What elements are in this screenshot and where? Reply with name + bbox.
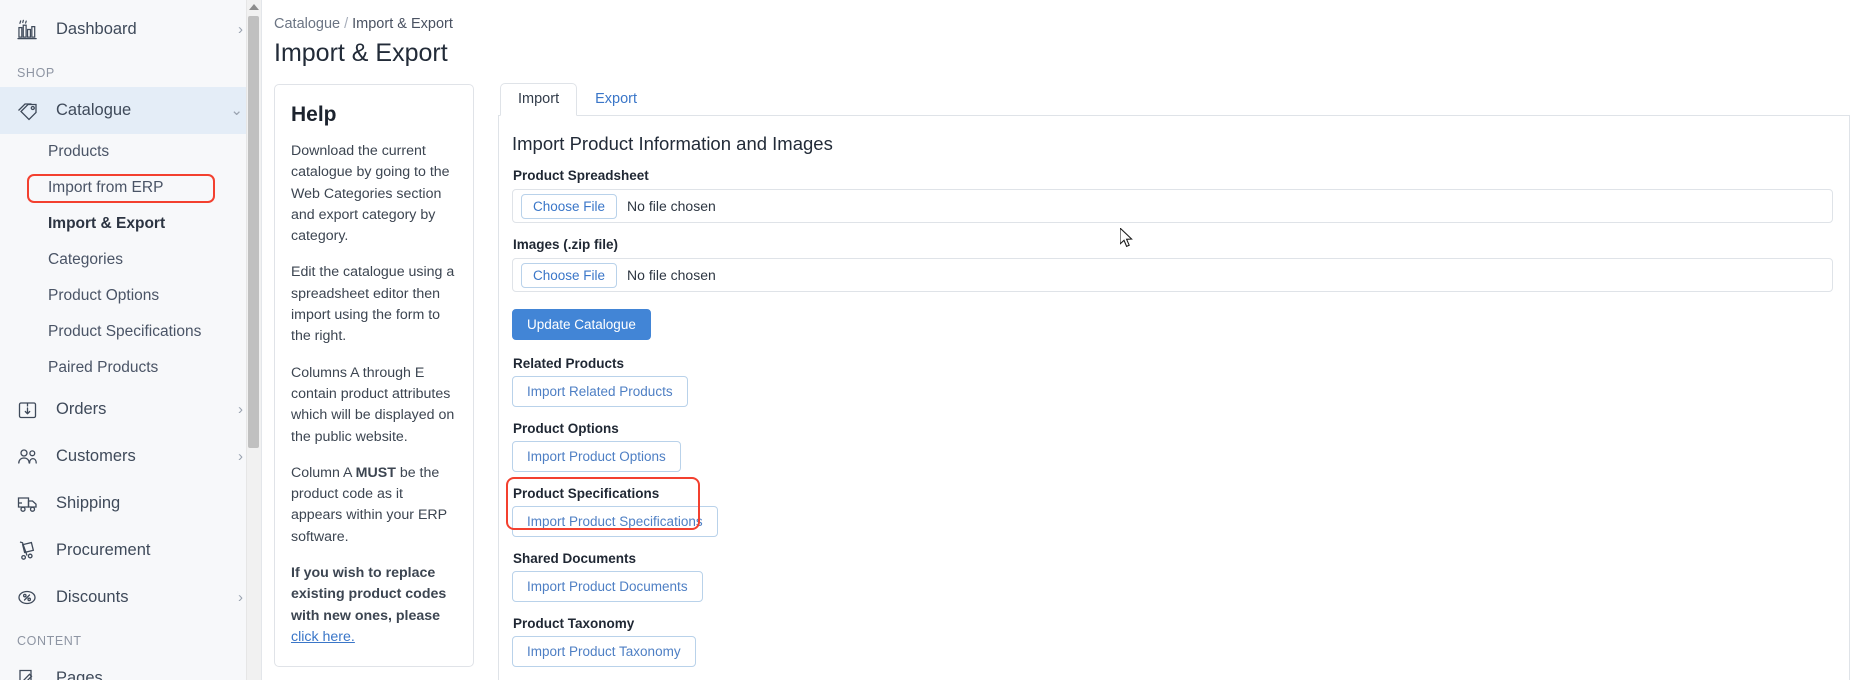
sidebar-subitem-label: Paired Products <box>48 359 159 376</box>
product-spreadsheet-file-input[interactable]: Choose File No file chosen <box>512 189 1833 223</box>
product-spreadsheet-label: Product Spreadsheet <box>513 168 649 183</box>
content-columns: Help Download the current catalogue by g… <box>262 68 1864 680</box>
choose-file-button-spreadsheet[interactable]: Choose File <box>521 193 618 219</box>
sidebar-item-label: Discounts <box>56 588 129 606</box>
sidebar-item-import-from-erp[interactable]: Import from ERP <box>0 170 261 206</box>
sidebar-item-label: Orders <box>56 400 107 418</box>
import-related-products-button[interactable]: Import Related Products <box>512 376 688 407</box>
sidebar-subitem-label: Product Specifications <box>48 323 202 340</box>
box-download-icon <box>17 397 47 423</box>
images-zip-file-input[interactable]: Choose File No file chosen <box>512 258 1833 292</box>
help-paragraph-1: Download the current catalogue by going … <box>291 143 450 245</box>
chevron-right-icon: › <box>238 21 243 38</box>
sidebar-item-dashboard[interactable]: Dashboard › <box>0 6 261 53</box>
import-export-panel-wrap: Import Export Import Product Information… <box>498 83 1864 680</box>
sidebar-item-label: Customers <box>56 447 136 465</box>
group-product-options: Product Options Import Product Options <box>512 421 1833 486</box>
sidebar-subitem-label: Import from ERP <box>48 179 164 196</box>
chevron-down-icon: ⌄ <box>230 102 243 119</box>
truck-icon <box>17 491 47 517</box>
images-file-name: No file chosen <box>627 267 716 283</box>
related-products-label: Related Products <box>513 356 625 371</box>
group-related-products: Related Products Import Related Products <box>512 356 1833 421</box>
help-paragraph-2: Edit the catalogue using a spreadsheet e… <box>291 264 455 345</box>
import-product-specifications-button[interactable]: Import Product Specifications <box>512 506 718 537</box>
import-product-documents-button[interactable]: Import Product Documents <box>512 571 703 602</box>
sidebar-section-shop: SHOP <box>17 66 55 80</box>
breadcrumb-separator: / <box>344 16 349 32</box>
main-content: Catalogue / Import & Export Import & Expor… <box>262 0 1864 680</box>
sidebar-item-label: Dashboard <box>56 20 137 38</box>
sidebar-item-discounts[interactable]: Discounts › <box>0 574 261 621</box>
import-product-taxonomy-button[interactable]: Import Product Taxonomy <box>512 636 696 667</box>
images-zip-label: Images (.zip file) <box>513 237 619 252</box>
tag-icon <box>17 98 47 124</box>
chevron-right-icon: › <box>238 401 243 418</box>
sidebar-item-pages[interactable]: Pages <box>0 655 261 680</box>
sidebar-item-catalogue[interactable]: Catalogue ⌄ <box>0 87 261 134</box>
tab-bar: Import Export <box>498 83 1850 116</box>
sidebar-item-product-options[interactable]: Product Options <box>0 278 261 314</box>
chart-bar-icon <box>17 17 47 43</box>
chevron-right-icon: › <box>238 589 243 606</box>
tab-export[interactable]: Export <box>577 83 655 116</box>
sidebar-item-shipping[interactable]: Shipping <box>0 480 261 527</box>
users-icon <box>17 444 47 470</box>
percent-tag-icon <box>17 585 47 611</box>
help-click-here-link[interactable]: click here. <box>291 629 355 645</box>
import-product-options-button[interactable]: Import Product Options <box>512 441 681 472</box>
sidebar-item-label: Pages <box>56 669 103 680</box>
sidebar-subitem-label: Product Options <box>48 287 160 304</box>
group-product-taxonomy: Product Taxonomy Import Product Taxonomy <box>512 616 1833 680</box>
sidebar-item-label: Procurement <box>56 541 151 559</box>
update-catalogue-button[interactable]: Update Catalogue <box>512 309 651 340</box>
sidebar-item-customers[interactable]: Customers › <box>0 433 261 480</box>
help-paragraph-4: Column A MUST be the product code as it … <box>291 463 457 548</box>
product-taxonomy-label: Product Taxonomy <box>513 616 635 631</box>
sidebar-item-label: Catalogue <box>56 101 132 119</box>
breadcrumb-parent[interactable]: Catalogue <box>274 16 340 32</box>
tab-import[interactable]: Import <box>500 83 578 116</box>
hand-truck-icon <box>17 538 47 564</box>
help-panel: Help Download the current catalogue by g… <box>274 84 474 668</box>
spreadsheet-file-name: No file chosen <box>627 198 716 214</box>
sidebar-item-label: Shipping <box>56 494 121 512</box>
group-product-specifications: Product Specifications Import Product Sp… <box>506 477 1833 551</box>
sidebar-subitem-label: Products <box>48 143 110 160</box>
choose-file-button-images[interactable]: Choose File <box>521 262 618 288</box>
sidebar-scrollbar[interactable] <box>246 0 261 680</box>
product-specifications-label: Product Specifications <box>513 486 660 501</box>
help-heading: Help <box>291 103 337 126</box>
sidebar-scrollbar-thumb[interactable] <box>248 16 259 448</box>
help-paragraph-3: Columns A through E contain product attr… <box>291 364 455 445</box>
help-p4-pre: Column A <box>291 464 356 481</box>
sidebar-subitem-label: Import & Export <box>48 215 166 232</box>
sidebar-item-import-and-export[interactable]: Import & Export <box>0 206 261 242</box>
help-paragraph-5: If you wish to replace existing product … <box>291 563 457 648</box>
help-p4-must: MUST <box>355 464 396 481</box>
breadcrumb-current: Import & Export <box>352 16 453 32</box>
sidebar-item-orders[interactable]: Orders › <box>0 386 261 433</box>
product-options-label: Product Options <box>513 421 619 436</box>
sidebar-item-paired-products[interactable]: Paired Products <box>0 350 261 386</box>
sidebar: Dashboard › SHOP Catalogue ⌄ Products Im… <box>0 0 262 680</box>
import-panel-heading: Import Product Information and Images <box>512 133 833 154</box>
sidebar-section-content: CONTENT <box>17 634 82 648</box>
sidebar-item-products[interactable]: Products <box>0 134 261 170</box>
app-root: Dashboard › SHOP Catalogue ⌄ Products Im… <box>0 0 1864 680</box>
sidebar-subitem-label: Categories <box>48 251 123 268</box>
page-edit-icon <box>17 666 47 680</box>
sidebar-item-categories[interactable]: Categories <box>0 242 261 278</box>
page-title: Import & Export <box>274 39 448 67</box>
shared-documents-label: Shared Documents <box>513 551 637 566</box>
scroll-up-arrow-icon[interactable] <box>249 4 259 10</box>
help-p5-text: If you wish to replace existing product … <box>291 565 447 624</box>
import-panel: Import Product Information and Images Pr… <box>498 116 1850 680</box>
sidebar-item-procurement[interactable]: Procurement <box>0 527 261 574</box>
sidebar-item-product-specifications[interactable]: Product Specifications <box>0 314 261 350</box>
chevron-right-icon: › <box>238 448 243 465</box>
group-shared-documents: Shared Documents Import Product Document… <box>512 551 1833 616</box>
breadcrumb: Catalogue / Import & Export <box>262 10 1864 32</box>
